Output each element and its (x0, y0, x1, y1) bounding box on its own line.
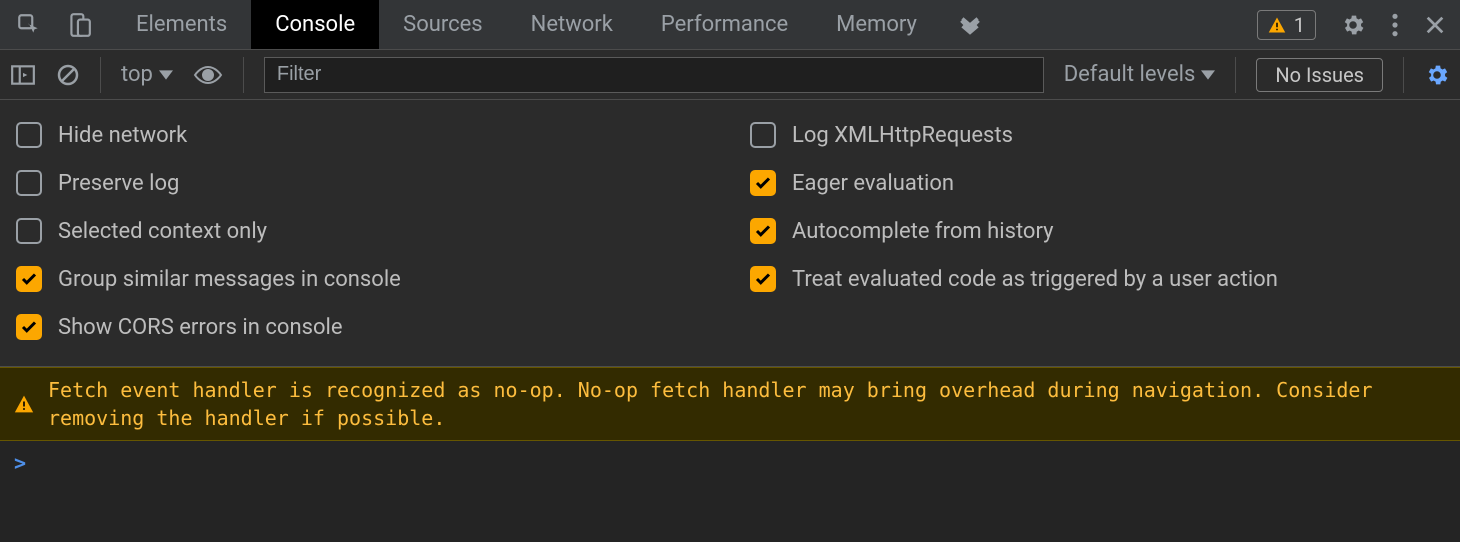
setting-label: Treat evaluated code as triggered by a u… (792, 267, 1278, 292)
warning-count: 1 (1294, 13, 1305, 37)
setting-checkbox[interactable]: Autocomplete from history (750, 218, 1444, 244)
log-levels-dropdown[interactable]: Default levels (1064, 62, 1216, 87)
close-icon[interactable] (1424, 14, 1446, 36)
setting-checkbox[interactable]: Hide network (16, 122, 710, 148)
device-toolbar-icon[interactable] (66, 12, 92, 38)
console-toolbar: top Default levels No Issues (0, 50, 1460, 100)
chevron-down-icon (1201, 70, 1215, 80)
tab-label: Elements (136, 12, 227, 37)
tab-label: Network (531, 12, 613, 37)
issues-label: No Issues (1275, 63, 1364, 87)
setting-checkbox[interactable]: Preserve log (16, 170, 710, 196)
prompt-chevron-icon: > (14, 451, 26, 475)
filter-input[interactable] (264, 57, 1044, 93)
checkbox-icon (750, 266, 776, 292)
inspect-element-icon[interactable] (16, 12, 42, 38)
setting-label: Selected context only (58, 219, 267, 244)
checkbox-icon (16, 170, 42, 196)
setting-label: Hide network (58, 123, 187, 148)
console-prompt[interactable]: > (0, 441, 1460, 485)
console-settings-panel: Hide network Preserve log Selected context… (0, 100, 1460, 367)
checkbox-icon (750, 170, 776, 196)
tab-sources[interactable]: Sources (379, 0, 507, 49)
tab-label: Sources (403, 12, 483, 37)
console-warning-row: Fetch event handler is recognized as no-… (0, 367, 1460, 441)
separator (100, 57, 101, 93)
separator (243, 57, 244, 93)
issues-button[interactable]: No Issues (1256, 58, 1383, 92)
live-expression-icon[interactable] (193, 65, 223, 85)
checkbox-icon (16, 314, 42, 340)
setting-label: Show CORS errors in console (58, 315, 343, 340)
setting-checkbox[interactable]: Treat evaluated code as triggered by a u… (750, 266, 1444, 292)
settings-gear-icon[interactable] (1340, 12, 1366, 38)
checkbox-icon (16, 266, 42, 292)
warning-badge[interactable]: 1 (1257, 10, 1316, 40)
tab-console[interactable]: Console (251, 0, 379, 49)
checkbox-icon (750, 218, 776, 244)
setting-label: Eager evaluation (792, 171, 954, 196)
separator (1235, 57, 1236, 93)
setting-checkbox[interactable]: Log XMLHttpRequests (750, 122, 1444, 148)
levels-label: Default levels (1064, 62, 1196, 87)
setting-checkbox[interactable]: Show CORS errors in console (16, 314, 710, 340)
settings-column-left: Hide network Preserve log Selected context… (16, 122, 710, 340)
devtools-tabs-bar: Elements Console Sources Network Perform… (0, 0, 1460, 50)
tab-network[interactable]: Network (507, 0, 637, 49)
setting-checkbox[interactable]: Eager evaluation (750, 170, 1444, 196)
warning-text: Fetch event handler is recognized as no-… (48, 376, 1446, 432)
checkbox-icon (16, 218, 42, 244)
separator (1403, 57, 1404, 93)
setting-label: Log XMLHttpRequests (792, 123, 1013, 148)
execution-context-dropdown[interactable]: top (121, 62, 173, 87)
console-settings-gear-icon[interactable] (1424, 62, 1450, 88)
setting-label: Autocomplete from history (792, 219, 1054, 244)
checkbox-icon (16, 122, 42, 148)
tab-label: Performance (661, 12, 788, 37)
chevron-down-icon (159, 70, 173, 80)
warning-triangle-icon (14, 376, 34, 432)
clear-console-icon[interactable] (56, 63, 80, 87)
more-tabs-icon[interactable] (941, 15, 999, 35)
console-sidebar-icon[interactable] (10, 64, 36, 86)
tab-label: Memory (836, 12, 917, 37)
context-label: top (121, 62, 153, 87)
setting-checkbox[interactable]: Selected context only (16, 218, 710, 244)
settings-column-right: Log XMLHttpRequests Eager evaluation Autoc… (750, 122, 1444, 340)
setting-label: Preserve log (58, 171, 179, 196)
tab-elements[interactable]: Elements (112, 0, 251, 49)
tab-label: Console (275, 12, 355, 37)
checkbox-icon (750, 122, 776, 148)
kebab-menu-icon[interactable] (1390, 12, 1400, 38)
setting-label: Group similar messages in console (58, 267, 401, 292)
setting-checkbox[interactable]: Group similar messages in console (16, 266, 710, 292)
warning-triangle-icon (1268, 16, 1286, 34)
tab-memory[interactable]: Memory (812, 0, 941, 49)
tab-performance[interactable]: Performance (637, 0, 812, 49)
